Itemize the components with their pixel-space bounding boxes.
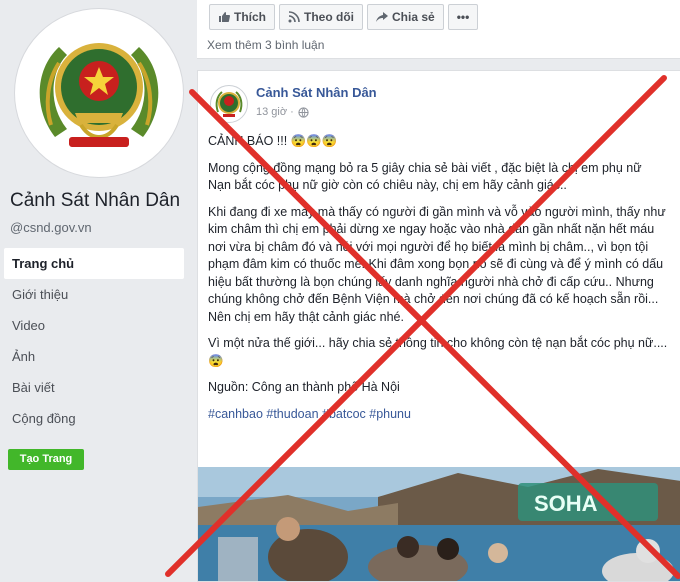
page-sidebar: Cảnh Sát Nhân Dân @csnd.gov.vn Trang chủ…: [0, 0, 196, 580]
share-label: Chia sẻ: [392, 10, 435, 24]
rss-icon: [288, 11, 300, 23]
nav-item-posts[interactable]: Bài viết: [4, 372, 184, 403]
post-paragraph: Khi đang đi xe máy mà thấy có người đi g…: [208, 204, 666, 324]
post-body: CẢNH BÁO !!! 😨😨😨 Mong cộng đồng mạng bỏ …: [208, 133, 668, 432]
post-time[interactable]: 13 giờ ·: [256, 106, 294, 118]
nav-item-home[interactable]: Trang chủ: [4, 248, 184, 279]
like-label: Thích: [234, 10, 266, 24]
page-handle: @csnd.gov.vn: [10, 220, 92, 235]
police-emblem-icon: [39, 43, 159, 147]
post-paragraph: Vì một nửa thế giới... hãy chia sẻ thông…: [208, 336, 668, 368]
more-options-button[interactable]: •••: [447, 4, 479, 30]
action-bar: Thích Theo dõi Chia sẻ •••: [209, 4, 479, 30]
share-arrow-icon: [376, 12, 388, 22]
author-avatar[interactable]: [210, 85, 248, 123]
post-meta: 13 giờ ·: [256, 106, 309, 118]
page-profile-picture[interactable]: [14, 8, 184, 178]
soha-watermark: SOHA: [534, 491, 598, 516]
nav-item-photos[interactable]: Ảnh: [4, 341, 184, 372]
post-line: Nạn bắt cóc phụ nữ giờ còn có chiêu này,…: [208, 178, 567, 192]
nav-item-videos[interactable]: Video: [4, 310, 184, 341]
nav-item-community[interactable]: Cộng đồng: [4, 403, 184, 434]
globe-icon: [298, 106, 309, 118]
page-nav: Trang chủ Giới thiệu Video Ảnh Bài viết …: [4, 248, 184, 434]
follow-button[interactable]: Theo dõi: [279, 4, 363, 30]
like-button[interactable]: Thích: [209, 4, 275, 30]
share-button[interactable]: Chia sẻ: [367, 4, 444, 30]
page-title: Cảnh Sát Nhân Dân: [10, 190, 181, 211]
post-line: Mong cộng đồng mạng bỏ ra 5 giây chia sẻ…: [208, 160, 642, 175]
police-emblem-icon: [215, 91, 243, 117]
previous-post-footer: Thích Theo dõi Chia sẻ ••• Xem thêm 3 bì…: [197, 0, 680, 59]
thumbs-up-icon: [219, 12, 230, 22]
post-author[interactable]: Cảnh Sát Nhân Dân: [256, 85, 377, 100]
nav-item-about[interactable]: Giới thiệu: [4, 279, 184, 310]
post-photo[interactable]: SOHA: [198, 467, 680, 581]
post-source: Nguồn: Công an thành phố Hà Nội: [208, 380, 400, 394]
follow-label: Theo dõi: [304, 10, 354, 24]
post-paragraph: Mong cộng đồng mạng bỏ ra 5 giây chia sẻ…: [208, 160, 668, 195]
post-photo-image: SOHA: [198, 467, 680, 581]
post-warning: CẢNH BÁO !!! 😨😨😨: [208, 134, 338, 148]
post-card: Cảnh Sát Nhân Dân 13 giờ · CẢNH BÁO !!! …: [197, 70, 680, 582]
create-page-button[interactable]: Tạo Trang: [8, 449, 84, 470]
more-label: •••: [456, 10, 470, 24]
view-more-comments-link[interactable]: Xem thêm 3 bình luận: [207, 38, 324, 52]
post-hashtags[interactable]: #canhbao #thudoan #batcoc #phunu: [208, 406, 668, 424]
